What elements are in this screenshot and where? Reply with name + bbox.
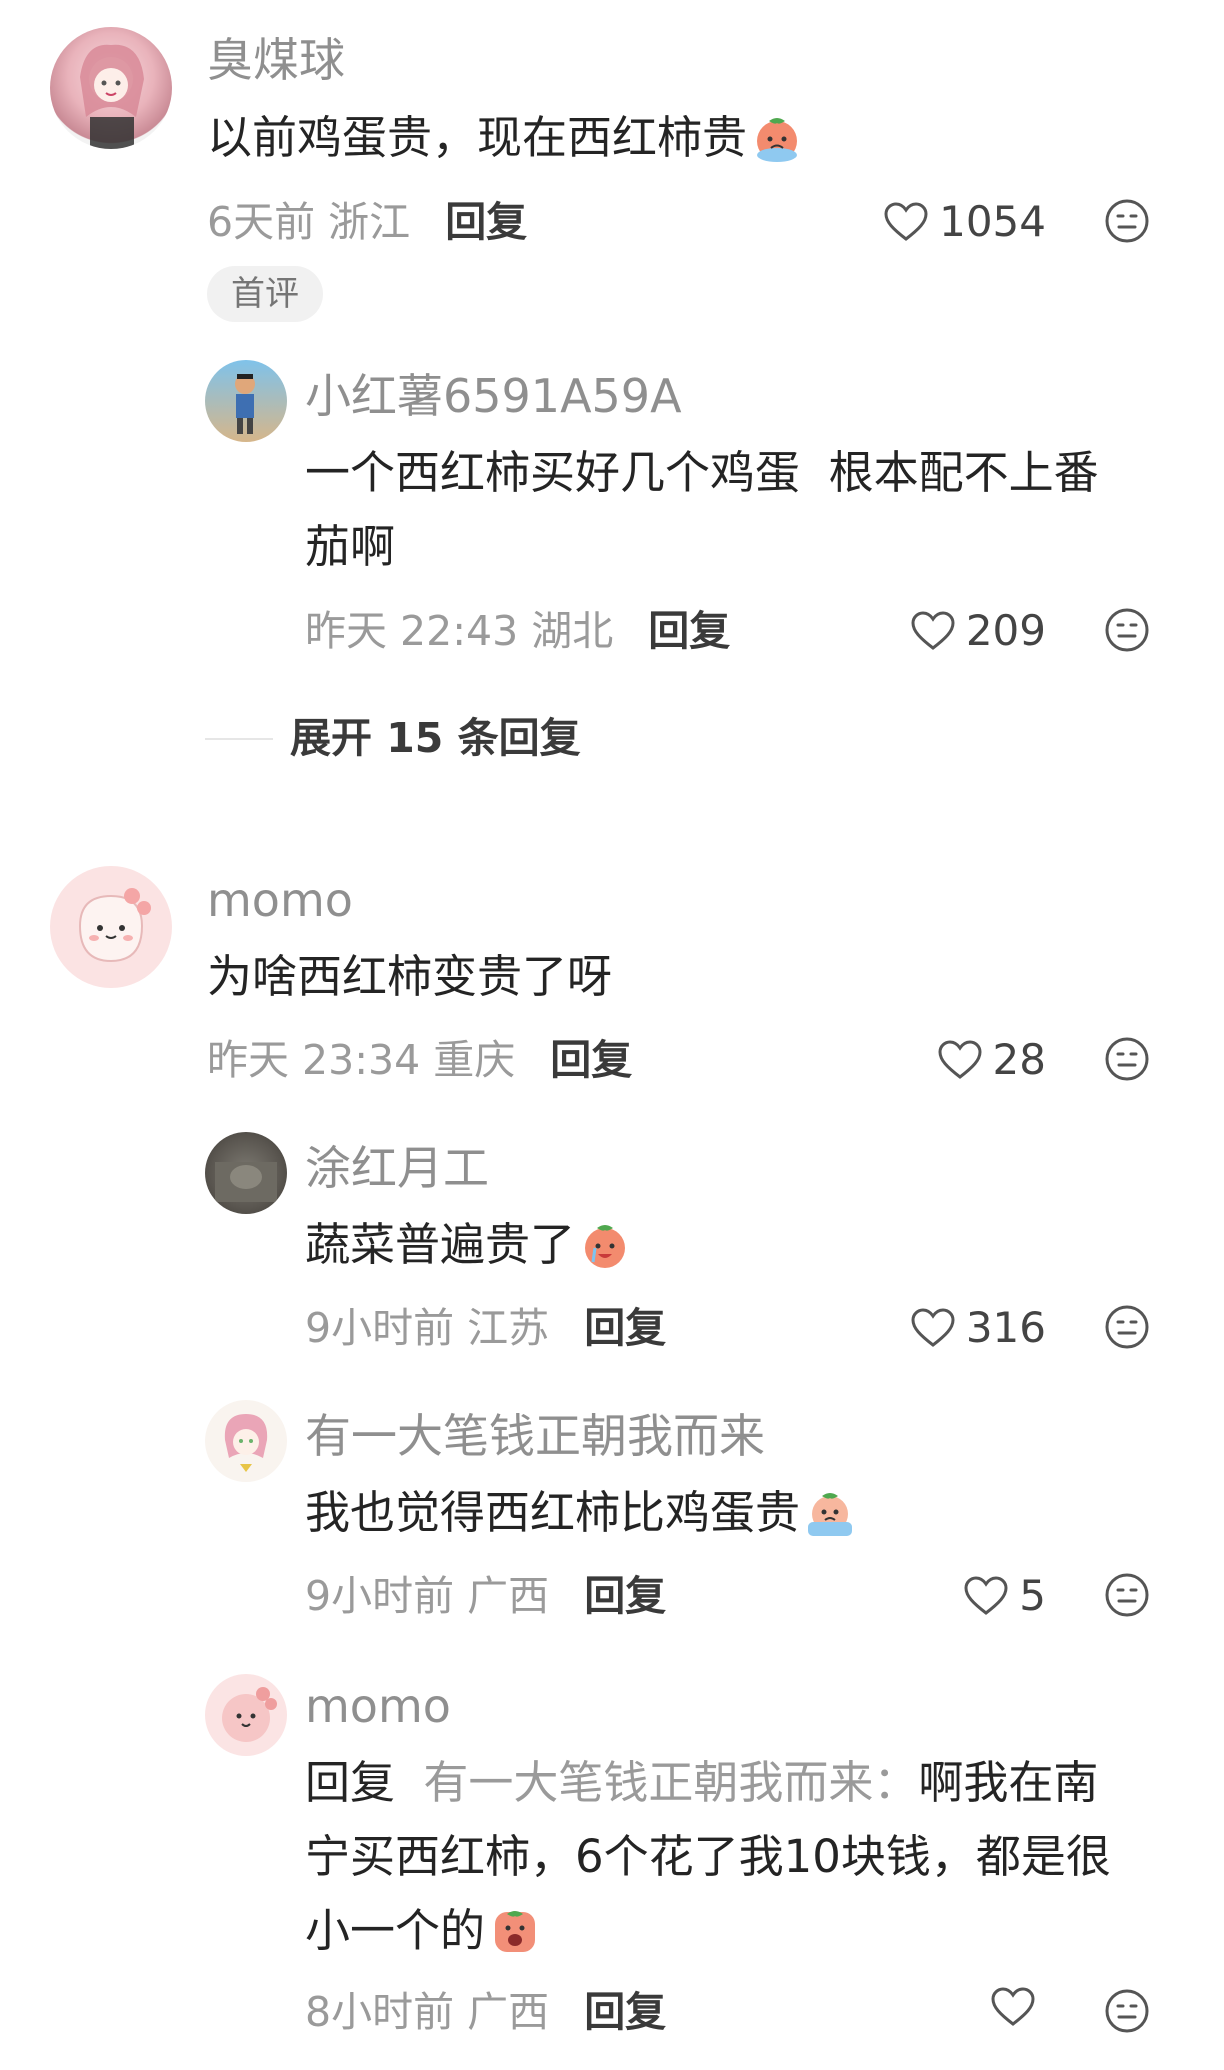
comment-username[interactable]: momo [207, 872, 353, 928]
reply-button[interactable]: 回复 [648, 607, 730, 655]
heart-outline-icon [911, 611, 955, 650]
emoji-react-button[interactable] [1104, 1572, 1150, 1622]
reply-location: 广西 [467, 1988, 550, 2036]
comment-meta: 昨天 23:34 重庆 回复 [207, 1034, 632, 1086]
emoji-face-icon [1105, 1305, 1149, 1349]
reply-prefix: 回复 [305, 1756, 396, 1809]
reply-button[interactable]: 回复 [584, 1988, 666, 2036]
avatar[interactable] [205, 1674, 287, 1756]
comment-username[interactable]: 臭煤球 [207, 32, 345, 88]
divider [205, 738, 273, 740]
reply-username[interactable]: 小红薯6591A59A [305, 368, 682, 424]
reply-meta: 9小时前 广西 回复 [305, 1570, 666, 1622]
like-count: 209 [965, 606, 1046, 655]
reply-button[interactable]: 回复 [550, 1036, 632, 1084]
heart-outline-icon [884, 202, 928, 241]
reply-location: 江苏 [467, 1304, 550, 1352]
reply-meta: 8小时前 广西 回复 [305, 1986, 666, 2038]
comment-location: 浙江 [328, 198, 411, 246]
reply-text: 蔬菜普遍贵了 [305, 1208, 631, 1282]
reply-time: 昨天 22:43 [305, 607, 519, 655]
reply-time: 9小时前 [305, 1304, 455, 1352]
comment-text: 为啥西红柿变贵了呀 [207, 950, 613, 1003]
tomato-crying-sticker [808, 1493, 853, 1536]
emoji-face-icon [1105, 1573, 1149, 1617]
reply-username[interactable]: 涂红月工 [305, 1140, 489, 1196]
emoji-face-icon [1105, 608, 1149, 652]
reply-text: 一个西红柿买好几个鸡蛋 根本配不上番 茄啊 [305, 446, 1099, 573]
like-button[interactable]: 28 [937, 1034, 1046, 1086]
tomato-crying-sticker [495, 1911, 536, 1952]
heart-outline-icon [938, 1040, 982, 1079]
reply-meta: 昨天 22:43 湖北 回复 [305, 605, 730, 657]
first-comment-badge: 首评 [207, 266, 323, 322]
reply-button[interactable]: 回复 [584, 1572, 666, 1620]
like-count: 5 [1019, 1571, 1046, 1620]
reply-location: 广西 [467, 1572, 550, 1620]
reply-location: 湖北 [531, 607, 614, 655]
avatar[interactable] [205, 360, 287, 442]
emoji-face-icon [1105, 1037, 1149, 1081]
emoji-react-button[interactable] [1104, 1988, 1150, 2038]
like-button[interactable]: 209 [910, 605, 1046, 657]
heart-outline-icon [991, 1987, 1035, 2026]
emoji-react-button[interactable] [1104, 607, 1150, 657]
heart-outline-icon [911, 1308, 955, 1347]
like-count: 1054 [939, 197, 1046, 246]
like-button[interactable]: 5 [963, 1570, 1046, 1622]
expand-replies-button[interactable]: 展开 15 条回复 [290, 712, 581, 764]
avatar[interactable] [205, 1132, 287, 1214]
emoji-react-button[interactable] [1104, 1036, 1150, 1086]
reply-meta: 9小时前 江苏 回复 [305, 1302, 666, 1354]
avatar[interactable] [50, 866, 172, 988]
tomato-crying-sticker [585, 1225, 626, 1268]
emoji-react-button[interactable] [1104, 1304, 1150, 1354]
heart-outline-icon [964, 1576, 1008, 1615]
comment-time: 昨天 23:34 [207, 1036, 421, 1084]
tomato-crying-sticker [757, 118, 798, 162]
comment-location: 重庆 [433, 1036, 516, 1084]
comment-time: 6天前 [207, 198, 316, 246]
reply-target-user[interactable]: 有一大笔钱正朝我而来： [423, 1756, 918, 1809]
reply-username[interactable]: 有一大笔钱正朝我而来 [305, 1408, 765, 1464]
reply-username[interactable]: momo [305, 1678, 451, 1734]
like-button[interactable]: 316 [910, 1302, 1046, 1354]
reply-text: 回复 有一大笔钱正朝我而来：啊我在南 宁买西红柿，6个花了我10块钱，都是很 小… [305, 1756, 1111, 1957]
reply-time: 9小时前 [305, 1572, 455, 1620]
like-button[interactable]: 1054 [883, 196, 1046, 248]
comment-text: 以前鸡蛋贵，现在西红柿贵 [207, 101, 803, 175]
comment-meta: 6天前 浙江 回复 [207, 196, 527, 248]
avatar[interactable] [50, 27, 172, 149]
emoji-face-icon [1105, 1989, 1149, 2033]
like-count: 28 [992, 1035, 1046, 1084]
reply-button[interactable]: 回复 [584, 1304, 666, 1352]
reply-text: 我也觉得西红柿比鸡蛋贵 [305, 1476, 856, 1550]
like-button[interactable] [990, 1986, 1046, 2028]
emoji-react-button[interactable] [1104, 198, 1150, 248]
avatar[interactable] [205, 1400, 287, 1482]
reply-button[interactable]: 回复 [445, 198, 527, 246]
emoji-face-icon [1105, 199, 1149, 243]
like-count: 316 [965, 1303, 1046, 1352]
reply-time: 8小时前 [305, 1988, 455, 2036]
